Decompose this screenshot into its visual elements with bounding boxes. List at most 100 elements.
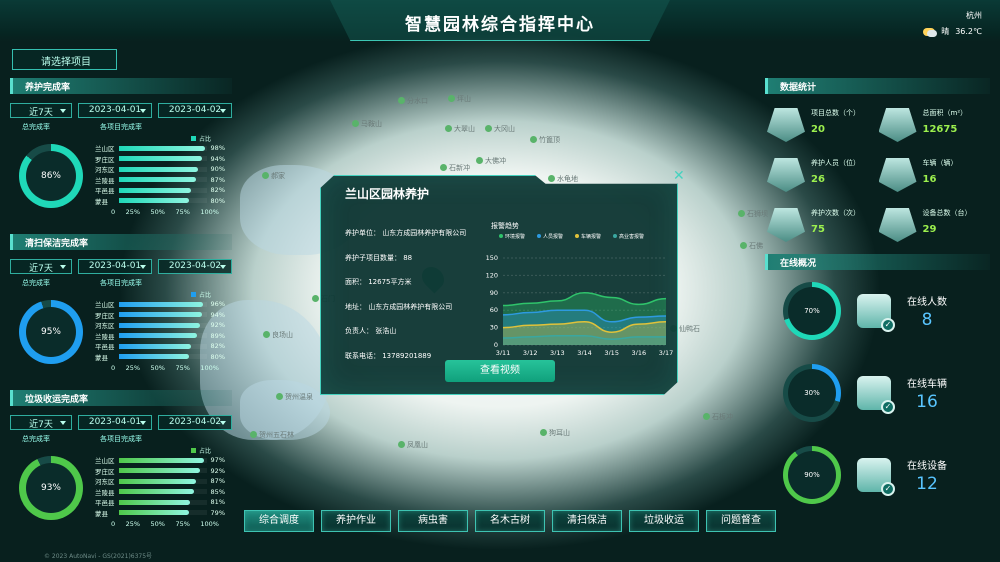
axis-tick: 50%: [150, 364, 165, 372]
range-select[interactable]: 近7天: [10, 103, 72, 118]
close-icon[interactable]: ✕: [673, 168, 685, 184]
bar-label: 兰山区: [95, 301, 115, 310]
map-place-name: 水龟地: [557, 175, 578, 183]
section-labels: 总完成率 各项目完成率: [10, 278, 232, 288]
bar-axis: 0 25% 50% 75% 100%: [111, 520, 219, 528]
map-place-label: 郝家: [262, 171, 285, 181]
section-labels: 总完成率 各项目完成率: [10, 122, 232, 132]
online-ring: 30%: [783, 364, 841, 422]
stat-item: 养护人员（位） 26: [767, 158, 879, 192]
popup-info-line: 面积： 12675平方米: [345, 278, 412, 286]
bar-chart-icon: [767, 208, 805, 242]
weather-widget: 杭州 晴 36.2℃: [923, 10, 982, 37]
start-date-select[interactable]: 2023-04-01: [78, 259, 152, 274]
range-select[interactable]: 近7天: [10, 415, 72, 430]
section-title: 清扫保洁完成率: [10, 234, 232, 250]
section-body: 93% 占比 兰山区 97% 罗庄区 92% 河东区 87% 兰陵县 85% 平邑县 81% 蒙县 79%…: [10, 446, 232, 528]
project-select[interactable]: 请选择项目: [12, 49, 117, 70]
online-row: 30% ✓ 在线车辆 16: [765, 352, 990, 434]
nav-button-4[interactable]: 清扫保洁: [552, 510, 622, 532]
map-place-name: 贺州五石林: [259, 431, 294, 439]
map-poi-icon: [703, 413, 710, 420]
bar-list: 占比 兰山区 97% 罗庄区 92% 河东区 87% 兰陵县 85% 平邑县 81% 蒙县 79% 0 25…: [95, 446, 225, 528]
view-video-button[interactable]: 查看视频: [445, 360, 555, 382]
bar-value: 79%: [210, 508, 225, 517]
area-icon: [878, 108, 917, 142]
car-icon: ✓: [857, 376, 895, 414]
bar-row: 兰陵县 85%: [95, 487, 225, 498]
stat-label: 养护次数（次）: [811, 209, 860, 217]
bar-value: 92%: [210, 466, 225, 475]
map-place-label: 狗耳山: [540, 428, 570, 438]
legend-dot: [575, 234, 579, 238]
bar-row: 河东区 90%: [95, 164, 225, 175]
bar-label: 蒙县: [95, 509, 108, 518]
axis-tick: 0: [111, 520, 116, 528]
end-date-select[interactable]: 2023-04-02: [158, 415, 232, 430]
map-place-name: 石佛: [749, 242, 763, 250]
nav-button-5[interactable]: 垃圾收运: [629, 510, 699, 532]
bar-label: 平邑县: [95, 499, 115, 508]
bar-value: 97%: [210, 456, 225, 465]
map-poi-icon: [440, 164, 447, 171]
bar-value: 87%: [210, 477, 225, 486]
bar-legend: 占比: [95, 446, 225, 455]
map-place-label: 马鞍山: [352, 119, 382, 129]
axis-tick: 25%: [125, 208, 141, 216]
bar-fill: [119, 468, 200, 474]
bar-track: [119, 198, 207, 204]
map-place-label: 石佛: [740, 241, 763, 251]
start-date-select[interactable]: 2023-04-01: [78, 103, 152, 118]
nav-button-3[interactable]: 名木古树: [475, 510, 545, 532]
bar-fill: [119, 187, 192, 193]
end-date-select[interactable]: 2023-04-02: [158, 259, 232, 274]
online-percent: 30%: [804, 389, 820, 397]
section-title: 垃圾收运完成率: [10, 390, 232, 406]
weather-condition: 晴: [941, 27, 950, 36]
popup-info-line: 养护单位： 山东方成园林养护有限公司: [345, 229, 467, 237]
bar-row: 河东区 87%: [95, 476, 225, 487]
bar-track: [119, 478, 207, 484]
nav-button-1[interactable]: 养护作业: [321, 510, 391, 532]
bar-fill: [119, 166, 199, 172]
popup-info-line: 负责人： 张浩山: [345, 327, 397, 335]
bar-row: 河东区 92%: [95, 320, 225, 331]
legend-label: 占比: [198, 136, 211, 143]
online-title: 在线概况: [765, 254, 990, 270]
start-date-select[interactable]: 2023-04-01: [78, 415, 152, 430]
stat-value: 20: [811, 124, 825, 135]
stat-text: 项目总数（个） 20: [811, 108, 860, 135]
map-place-name: 仙鸭石: [679, 325, 700, 333]
map-place-label: 分水口: [398, 96, 428, 106]
donut-value: 93%: [40, 483, 61, 493]
bar-row: 兰山区 96%: [95, 299, 225, 310]
y-tick-label: 150: [486, 254, 498, 262]
bar-track: [119, 510, 207, 516]
donut-value: 86%: [40, 171, 61, 181]
axis-tick: 25%: [125, 520, 141, 528]
nav-button-2[interactable]: 病虫害: [398, 510, 468, 532]
end-date-select[interactable]: 2023-04-02: [158, 103, 232, 118]
bar-label: 兰山区: [95, 145, 115, 154]
online-label: 在线人数: [907, 296, 947, 308]
nav-button-0[interactable]: 综合调度: [244, 510, 314, 532]
legend-label: 高业害报警: [619, 233, 644, 240]
bar-label: 平邑县: [95, 187, 115, 196]
chevron-down-icon: [220, 109, 226, 113]
chevron-down-icon: [140, 265, 146, 269]
range-select[interactable]: 近7天: [10, 259, 72, 274]
bar-value: 82%: [210, 342, 225, 351]
legend-dot: [499, 234, 503, 238]
section-body: 86% 占比 兰山区 98% 罗庄区 94% 河东区 90% 兰陵县 87% 平邑县 82% 蒙县 80%…: [10, 134, 232, 216]
bar-row: 蒙县 80%: [95, 352, 225, 363]
bar-fill: [119, 343, 192, 349]
nav-button-6[interactable]: 问题督查: [706, 510, 776, 532]
axis-tick: 50%: [150, 208, 165, 216]
section-labels: 总完成率 各项目完成率: [10, 434, 232, 444]
sub-label: 各项目完成率: [100, 123, 142, 131]
check-icon: ✓: [881, 400, 895, 414]
bar-row: 蒙县 79%: [95, 508, 225, 519]
online-row: 90% ✓ 在线设备 12: [765, 434, 990, 516]
start-date-select-value: 2023-04-01: [88, 417, 142, 427]
start-date-select-value: 2023-04-01: [88, 261, 142, 271]
